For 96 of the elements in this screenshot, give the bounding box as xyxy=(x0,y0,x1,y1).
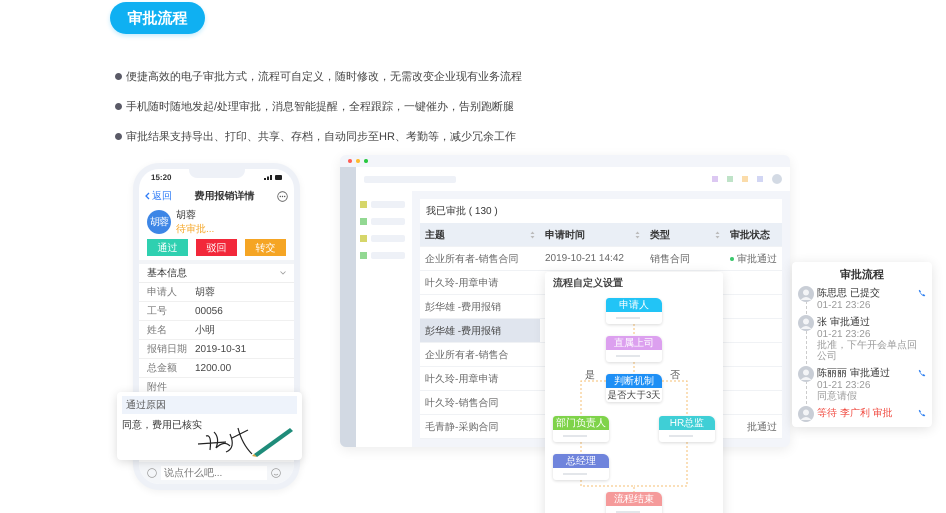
table-cell[interactable]: 企业所有者-销售合 xyxy=(420,343,540,366)
action-button[interactable]: 驳回 xyxy=(196,239,237,256)
table-cell-text: 审批通过 xyxy=(737,252,777,266)
step-time: 01-21 23:26 xyxy=(817,380,872,391)
table-cell[interactable]: 叶久玲-销售合同 xyxy=(420,391,540,414)
field-label: 总金额 xyxy=(147,362,178,375)
step-time: 01-21 23:26 xyxy=(817,329,872,340)
connector-line xyxy=(580,380,606,416)
table-cell[interactable]: 毛青静-采购合同 xyxy=(420,415,540,438)
field-label: 附件 xyxy=(147,381,168,394)
section-header: 基本信息 xyxy=(147,266,187,280)
step-title: 张 审批通过 xyxy=(817,316,871,329)
node-header: HR总监 xyxy=(659,416,715,430)
bullet-icon xyxy=(115,133,122,140)
card-title: 审批流程 xyxy=(839,268,885,282)
branch-label: 否 xyxy=(670,369,680,382)
flow-node[interactable]: 判断机制 是否大于3天 xyxy=(606,374,662,402)
node-header: 直属上司 xyxy=(606,336,662,350)
back-icon[interactable] xyxy=(145,192,150,200)
bullet-icon xyxy=(115,103,122,110)
emoji-icon[interactable] xyxy=(271,468,281,478)
table-cell[interactable]: 叶久玲-用章申请 xyxy=(420,271,540,294)
comment-field[interactable]: 说点什么吧... xyxy=(161,466,267,480)
node-header: 部门负责人 xyxy=(553,416,609,430)
table-cell-text: 批通过 xyxy=(747,420,777,434)
flow-node[interactable]: 总经理 xyxy=(553,454,609,480)
column-header[interactable]: 申请时间 xyxy=(540,223,645,246)
node-header: 总经理 xyxy=(553,454,609,468)
menu-icon[interactable] xyxy=(360,201,367,208)
toolbar-icon[interactable] xyxy=(742,176,748,182)
avatar-icon[interactable] xyxy=(772,174,782,184)
approval-status: 待审批... xyxy=(176,222,214,236)
feature-text: 便捷高效的电子审批方式，流程可自定义，随时修改，无需改变企业现有业务流程 xyxy=(126,70,522,84)
toolbar-icon[interactable] xyxy=(712,176,718,182)
screen-title: 费用报销详情 xyxy=(194,189,254,203)
menu-icon[interactable] xyxy=(360,218,367,225)
field-label: 姓名 xyxy=(147,324,168,337)
feature-text: 手机随时随地发起/处理审批，消息智能提醒，全程跟踪，一键催办，告别跑断腿 xyxy=(126,100,514,114)
table-cell: 2019-10-21 14:42 xyxy=(545,253,624,264)
avatar-icon xyxy=(798,406,814,422)
status-time: 15:20 xyxy=(151,172,172,182)
field-label: 报销日期 xyxy=(147,342,188,356)
toolbar-icon[interactable] xyxy=(757,176,763,182)
field-label: 工号 xyxy=(147,305,168,318)
step-title: 陈思思 已提交 xyxy=(817,286,881,300)
toolbar-icon[interactable] xyxy=(727,176,733,182)
maximize-icon[interactable] xyxy=(364,159,368,163)
connector-line xyxy=(580,442,582,454)
field-value: 1200.00 xyxy=(195,362,232,374)
back-link[interactable]: 返回 xyxy=(145,189,172,203)
field-label: 申请人 xyxy=(147,286,178,299)
section-badge: 审批流程 xyxy=(110,2,205,34)
phone-icon[interactable] xyxy=(918,369,926,377)
menu-icon[interactable] xyxy=(360,235,367,242)
step-note: 同意请假 xyxy=(817,391,858,402)
minimize-icon[interactable] xyxy=(356,159,360,163)
node-header: 申请人 xyxy=(606,298,662,312)
feature-text: 审批结果支持导出、打印、共享、存档，自动同步至HR、考勤等，减少冗余工作 xyxy=(126,130,516,144)
table-cell-text: 销售合同 xyxy=(650,252,690,266)
column-header[interactable]: 主题 xyxy=(420,223,540,246)
reason-text: 同意，费用已核实 xyxy=(122,418,203,432)
panel-title: 流程自定义设置 xyxy=(553,276,623,290)
node-header: 判断机制 xyxy=(606,374,662,388)
step-note: 批准，下午开会单点回公司 xyxy=(817,340,918,362)
more-icon[interactable] xyxy=(277,190,288,202)
table-cell[interactable]: 彭华雄 -费用报销 xyxy=(420,295,540,318)
step-title: 陈丽丽 审批通过 xyxy=(817,366,891,380)
phone-icon[interactable] xyxy=(918,289,926,297)
user-name: 胡蓉 xyxy=(176,208,197,222)
chevron-icon[interactable] xyxy=(280,271,286,275)
column-header[interactable]: 审批状态 xyxy=(725,223,782,246)
sort-icon[interactable] xyxy=(530,230,535,238)
field-value: 2019-10-31 xyxy=(195,344,246,354)
sort-icon[interactable] xyxy=(635,230,640,238)
table-cell[interactable]: 企业所有者-销售合同 xyxy=(420,247,540,270)
column-header[interactable]: 类型 xyxy=(645,223,725,246)
step-title: 等待 李广利 审批 xyxy=(817,406,894,420)
field-value: 小明 xyxy=(195,324,215,337)
sort-icon[interactable] xyxy=(715,230,720,238)
table-title: 我已审批 ( 130 ) xyxy=(420,199,782,223)
phone-icon[interactable] xyxy=(918,409,926,417)
table-cell[interactable]: 叶久玲-用章申请 xyxy=(420,367,540,390)
close-icon[interactable] xyxy=(348,159,352,163)
condition-text: 是否大于3天 xyxy=(606,388,662,402)
avatar: 胡蓉 xyxy=(147,210,171,234)
branch-label: 是 xyxy=(585,369,595,382)
table-cell[interactable]: 彭华雄 -费用报销 xyxy=(420,319,540,342)
node-header: 流程结束 xyxy=(606,492,662,506)
popup-title: 通过原因 xyxy=(122,396,297,414)
field-value: 胡蓉 xyxy=(195,286,215,299)
signal-icon xyxy=(264,174,282,180)
bullet-icon xyxy=(115,73,122,80)
field-value: 00056 xyxy=(195,306,223,316)
step-time: 01-21 23:26 xyxy=(817,300,872,311)
menu-icon[interactable] xyxy=(360,252,367,259)
connector-line xyxy=(662,380,688,416)
